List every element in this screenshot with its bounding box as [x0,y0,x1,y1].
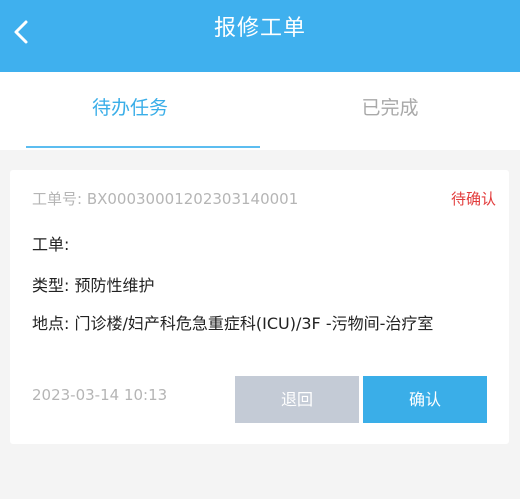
tab-pending-tasks[interactable]: 待办任务 [0,72,260,150]
status-badge: 待确认 [450,190,496,208]
work-order-card[interactable]: 工单号: BX000300012023031400​01 待确认 工单: 类型:… [10,170,509,444]
tab-bar: 待办任务 已完成 [0,72,520,150]
work-order-type: 类型: 预防性维护 [32,276,155,295]
app-header: 报修工单 [0,0,520,72]
return-button[interactable]: 退回 [235,376,359,423]
work-order-number: 工单号: BX000300012023031400​01 [32,190,299,208]
confirm-button[interactable]: 确认 [363,376,487,423]
work-order-location: 地点: 门诊楼/妇产科危急重症科(ICU)/3F -污物间-治疗室 [32,314,434,333]
work-order-field: 工单: [32,235,70,254]
tab-completed[interactable]: 已完成 [260,72,520,150]
page-title: 报修工单 [213,16,306,41]
work-order-datetime: 2023-03-14 10:13 [32,386,168,404]
active-tab-indicator [26,146,260,148]
